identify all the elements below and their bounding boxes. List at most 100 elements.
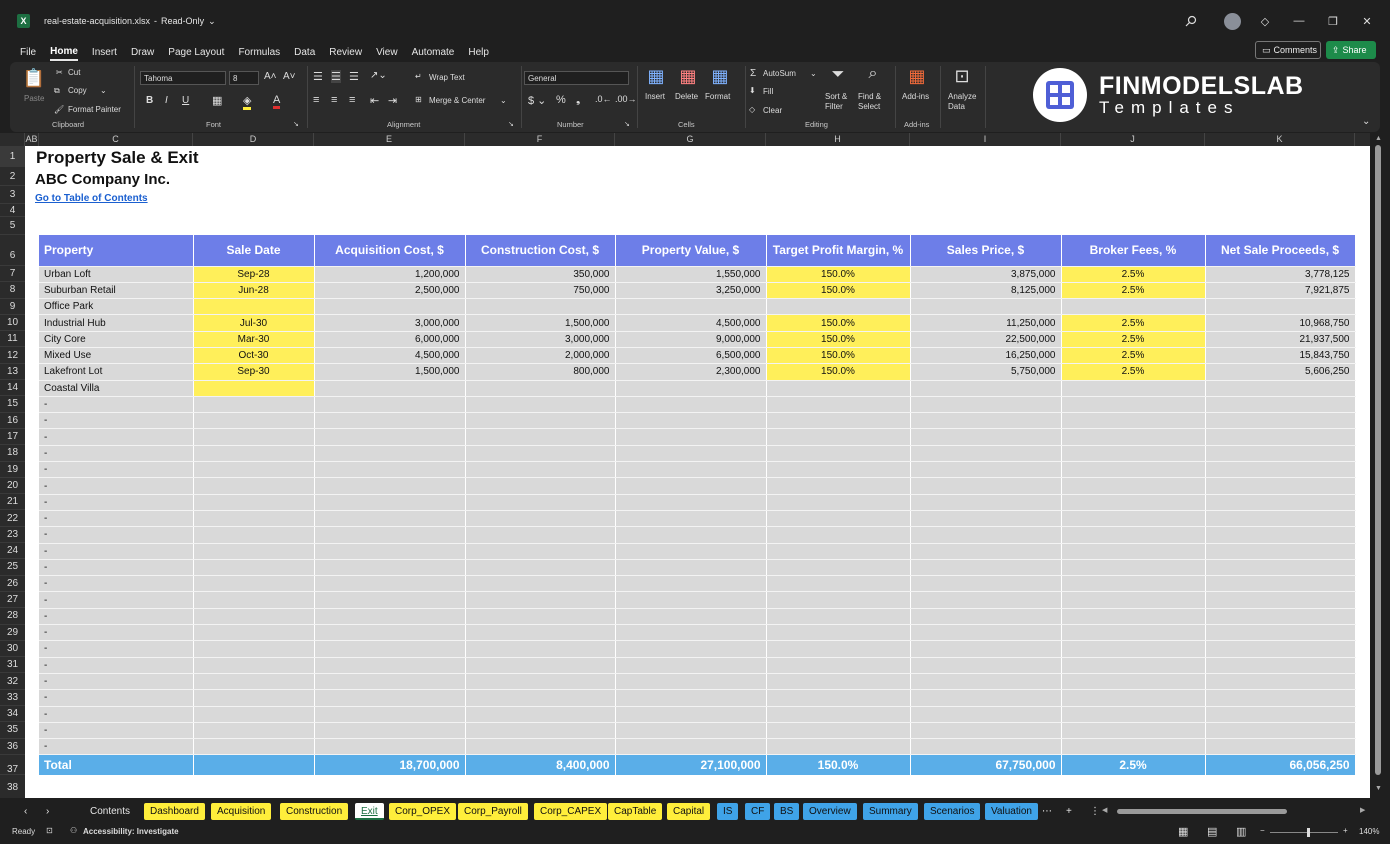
horizontal-scroll-thumb[interactable] (1117, 809, 1287, 814)
table-cell[interactable] (615, 428, 767, 446)
fill-button[interactable]: Fill (763, 87, 773, 96)
fill-color-icon[interactable]: ◈ (243, 94, 252, 110)
table-cell[interactable] (193, 657, 315, 674)
table-cell[interactable]: Suburban Retail (39, 282, 194, 300)
row-header[interactable]: 26 (0, 576, 25, 592)
row-header[interactable]: 15 (0, 396, 25, 413)
table-cell[interactable]: Sep-28 (193, 266, 315, 283)
table-cell[interactable]: Jun-28 (193, 282, 315, 300)
table-cell[interactable] (465, 608, 616, 626)
table-cell[interactable] (910, 689, 1062, 707)
table-cell[interactable] (1061, 396, 1206, 414)
table-cell[interactable]: 2.5% (1061, 282, 1206, 300)
sheet-tab-summary[interactable]: Summary (863, 803, 918, 820)
scroll-down-icon[interactable]: ▼ (1375, 785, 1382, 792)
table-cell[interactable] (615, 510, 767, 528)
table-cell[interactable] (465, 591, 616, 609)
table-cell[interactable]: - (39, 738, 194, 756)
table-cell[interactable] (193, 738, 315, 756)
table-cell[interactable] (314, 510, 466, 528)
table-cell[interactable]: - (39, 673, 194, 691)
table-cell[interactable]: 2,000,000 (465, 347, 616, 365)
table-cell[interactable] (1061, 673, 1206, 691)
table-cell[interactable] (1205, 738, 1356, 756)
analyze-data-button[interactable]: Analyze Data (948, 92, 978, 112)
table-cell[interactable] (314, 640, 466, 658)
row-header[interactable]: 9 (0, 299, 25, 315)
table-cell[interactable]: Mar-30 (193, 331, 315, 348)
table-cell[interactable] (910, 526, 1062, 544)
table-cell[interactable]: Coastal Villa (39, 380, 194, 397)
table-cell[interactable]: - (39, 657, 194, 674)
sheet-tab-overview[interactable]: Overview (803, 803, 857, 820)
table-cell[interactable] (910, 657, 1062, 674)
table-cell[interactable] (1205, 640, 1356, 658)
table-cell[interactable] (314, 722, 466, 740)
page-layout-view-icon[interactable]: ▤ (1207, 825, 1217, 838)
table-cell[interactable]: Office Park (39, 298, 194, 316)
row-header[interactable]: 25 (0, 559, 25, 576)
table-cell[interactable]: 4,500,000 (615, 314, 767, 332)
row-header[interactable]: 37 (0, 755, 25, 775)
table-cell[interactable]: 6,000,000 (314, 331, 466, 348)
vertical-scrollbar[interactable]: ▲ ▼ (1370, 133, 1390, 798)
table-cell[interactable]: 11,250,000 (910, 314, 1062, 332)
table-cell[interactable] (615, 445, 767, 463)
table-cell[interactable] (766, 396, 911, 414)
table-cell[interactable] (766, 380, 911, 397)
table-cell[interactable] (1061, 591, 1206, 609)
sheet-tab-exit[interactable]: Exit (355, 803, 384, 820)
column-header-ab[interactable]: AB (25, 133, 39, 146)
chevron-down-icon[interactable]: ⌄ (100, 86, 107, 95)
table-cell[interactable]: - (39, 640, 194, 658)
table-cell[interactable] (465, 559, 616, 577)
table-cell[interactable] (1061, 608, 1206, 626)
table-cell[interactable] (465, 461, 616, 479)
align-center-icon[interactable]: ≡ (331, 94, 337, 106)
row-header[interactable]: 31 (0, 657, 25, 674)
table-cell[interactable] (314, 380, 466, 397)
format-painter-button[interactable]: Format Painter (68, 105, 121, 114)
table-cell[interactable] (1205, 477, 1356, 495)
table-cell[interactable] (766, 624, 911, 642)
table-cell[interactable] (193, 591, 315, 609)
table-cell[interactable] (193, 396, 315, 414)
row-header[interactable]: 7 (0, 266, 25, 283)
scroll-tabs-left-icon[interactable]: ‹ (18, 803, 33, 820)
table-cell[interactable] (465, 722, 616, 740)
row-header[interactable]: 22 (0, 511, 25, 527)
table-cell[interactable] (465, 526, 616, 544)
table-cell[interactable] (1061, 624, 1206, 642)
table-cell[interactable] (910, 380, 1062, 397)
table-cell[interactable]: 6,500,000 (615, 347, 767, 365)
table-cell[interactable] (465, 412, 616, 430)
zoom-level[interactable]: 140% (1359, 827, 1379, 836)
table-cell[interactable] (1061, 298, 1206, 316)
table-cell[interactable]: 5,750,000 (910, 363, 1062, 381)
table-cell[interactable] (1205, 510, 1356, 528)
row-header[interactable]: 6 (0, 235, 25, 266)
table-cell[interactable] (910, 298, 1062, 316)
sheet-tab-construction[interactable]: Construction (280, 803, 349, 820)
decrease-decimal-icon[interactable]: .00→ (615, 94, 637, 104)
table-cell[interactable]: 150.0% (766, 363, 911, 381)
table-cell[interactable] (615, 380, 767, 397)
macro-record-icon[interactable]: ⊡ (46, 826, 53, 835)
cut-button[interactable]: Cut (68, 68, 80, 77)
table-cell[interactable]: 150.0% (766, 347, 911, 365)
tab-home[interactable]: Home (50, 44, 78, 61)
number-format-select[interactable]: General (524, 71, 629, 85)
table-cell[interactable] (193, 380, 315, 397)
minimize-icon[interactable]: — (1290, 10, 1308, 32)
table-cell[interactable] (193, 624, 315, 642)
table-cell[interactable] (1205, 706, 1356, 723)
table-cell[interactable] (314, 673, 466, 691)
table-cell[interactable] (766, 494, 911, 511)
scroll-tabs-right-icon[interactable]: › (40, 803, 55, 820)
table-cell[interactable] (1205, 673, 1356, 691)
table-cell[interactable] (910, 494, 1062, 511)
table-cell[interactable]: - (39, 706, 194, 723)
autosum-icon[interactable]: Σ (750, 68, 756, 79)
chevron-down-icon[interactable]: ⌄ (500, 96, 507, 105)
row-header[interactable]: 19 (0, 462, 25, 478)
